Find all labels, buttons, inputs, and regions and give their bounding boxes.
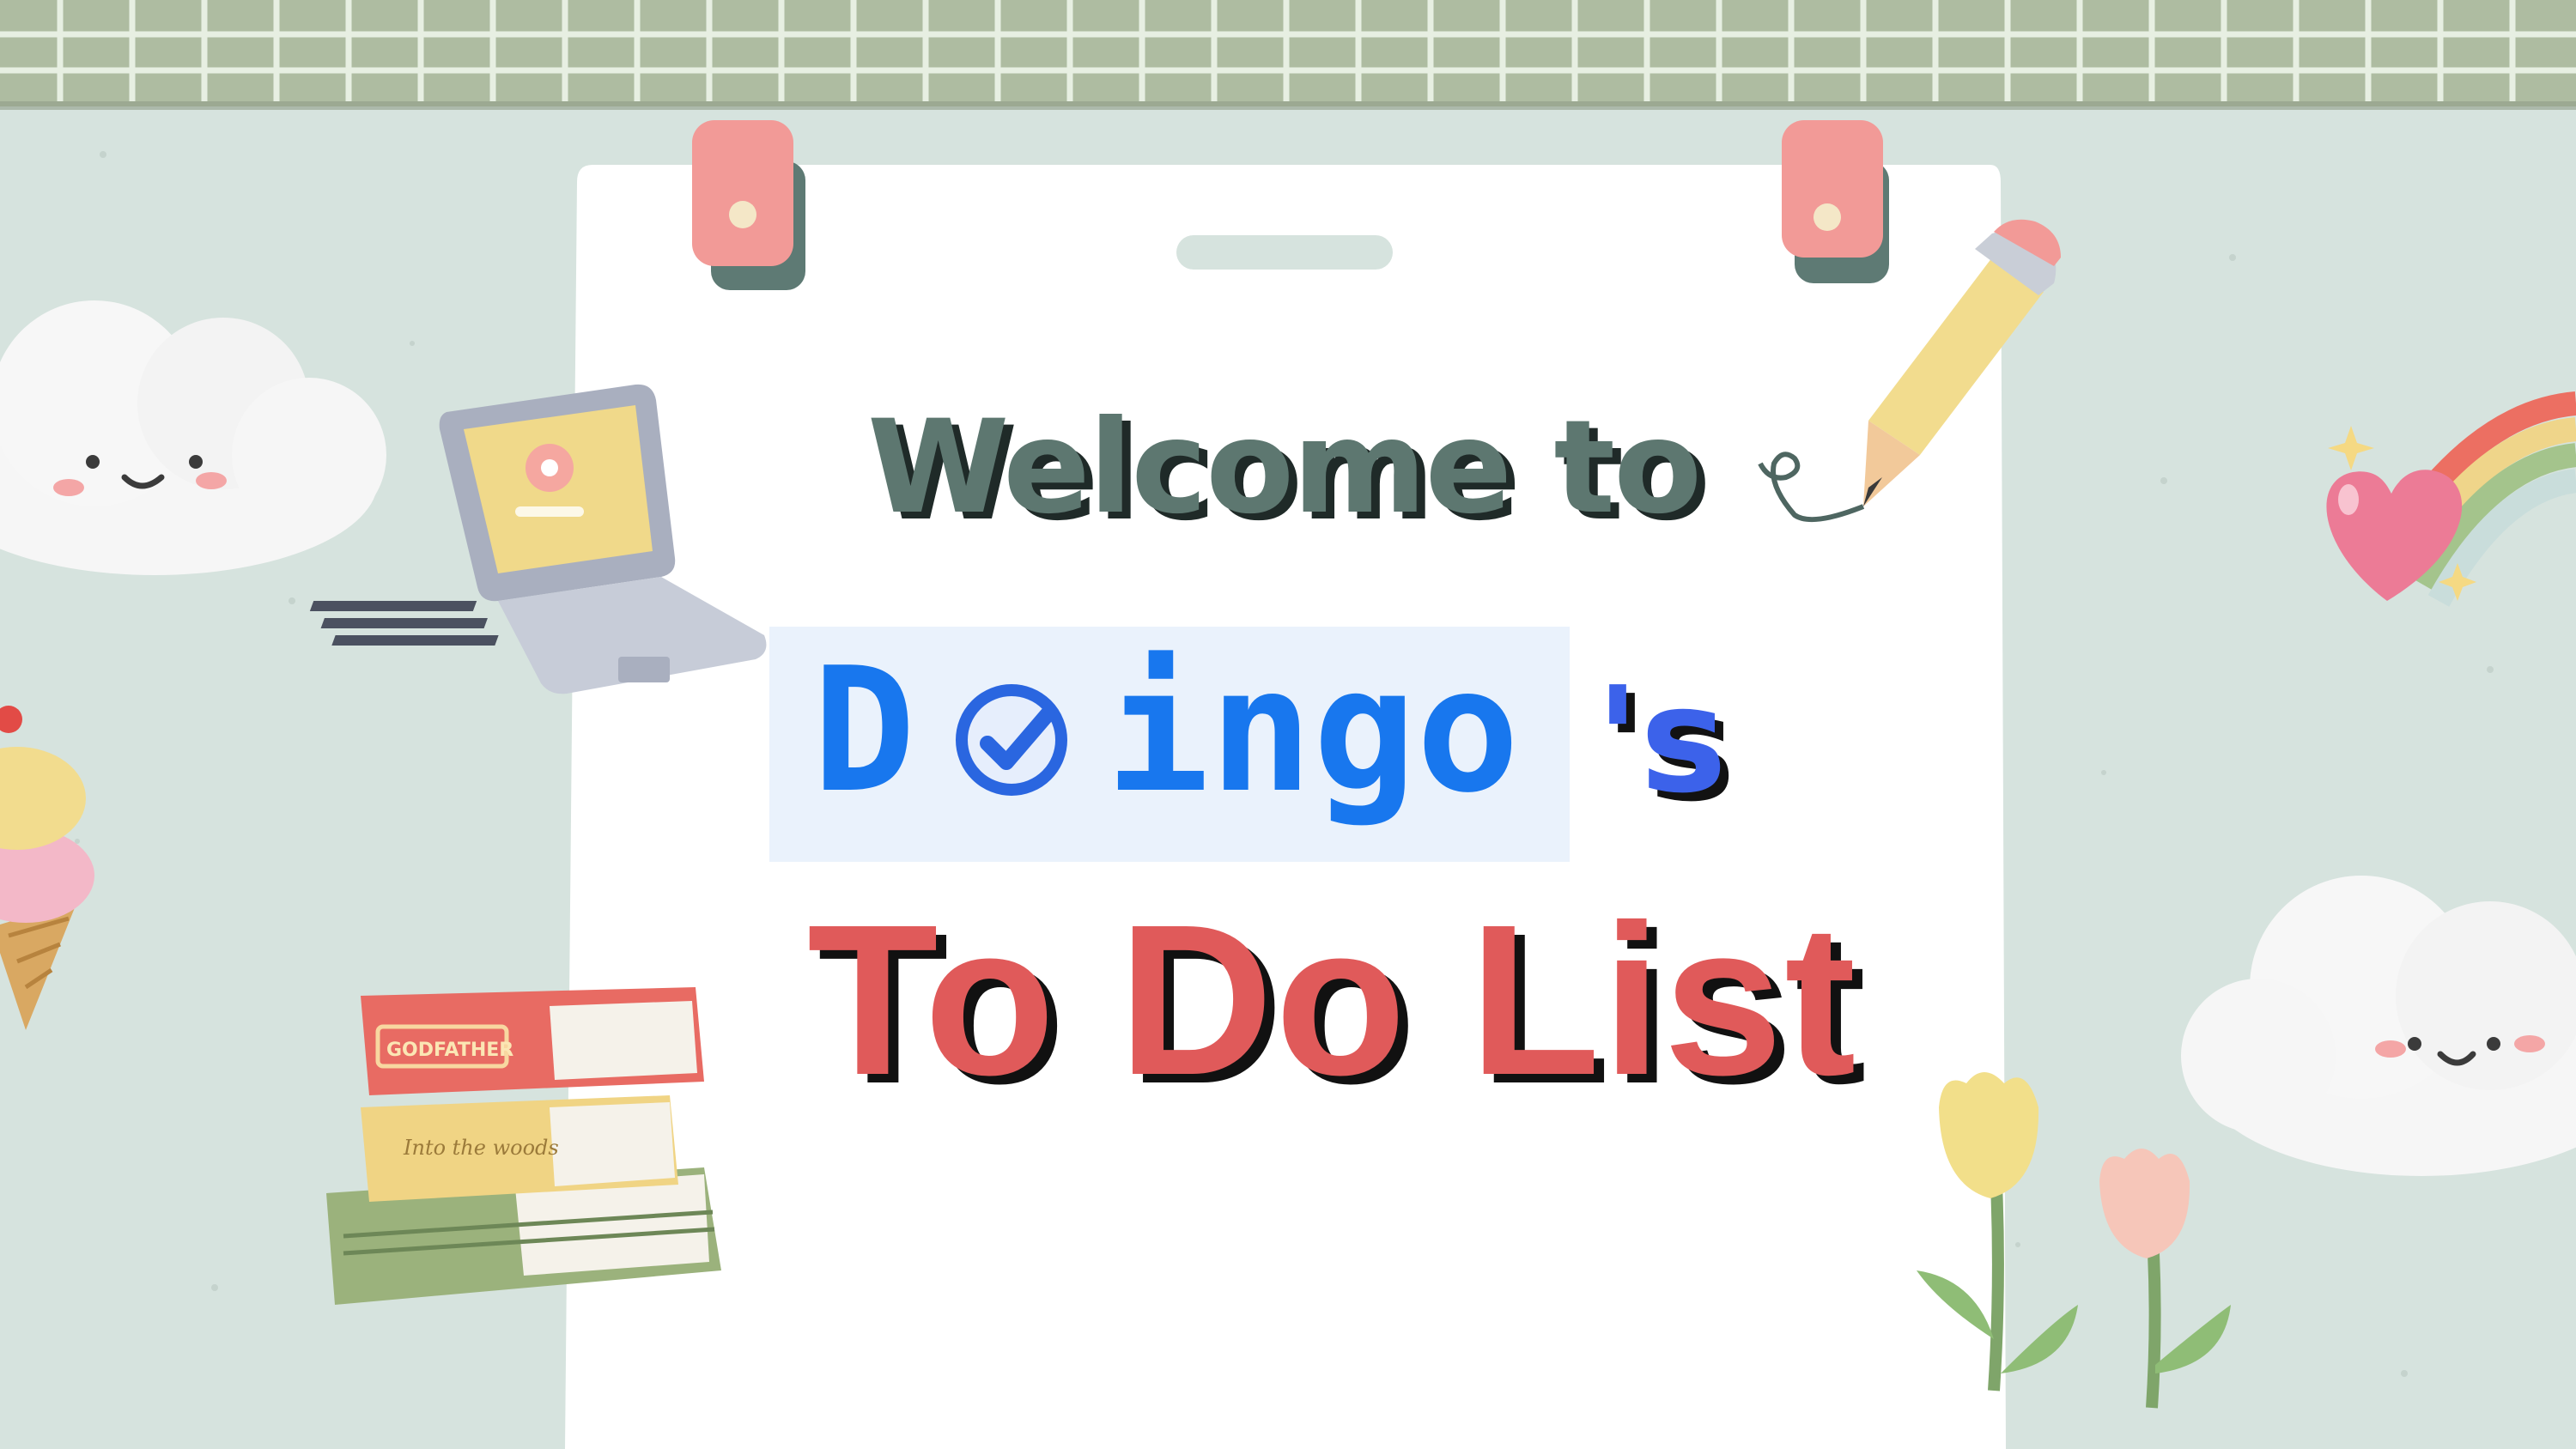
- scene: GODFATHER Into the woods Welcome to D in…: [0, 0, 2576, 1449]
- binder-clip-icon-right: [1782, 120, 1889, 283]
- check-circle-icon: [956, 684, 1067, 796]
- books-icon: GODFATHER Into the woods: [326, 987, 721, 1305]
- binder-clip-icon-left: [692, 120, 805, 290]
- welcome-heading: Welcome to: [867, 393, 1702, 543]
- brand-name-rest: ingo: [1106, 631, 1520, 831]
- possessive-suffix: 's: [1595, 656, 1728, 826]
- book-title-middle: Into the woods: [403, 1136, 559, 1160]
- book-title-top: GODFATHER: [386, 1040, 513, 1061]
- todo-list-heading: To Do List: [807, 880, 1858, 1119]
- brand-initial: D: [812, 631, 916, 831]
- grid-strip: [0, 0, 2576, 110]
